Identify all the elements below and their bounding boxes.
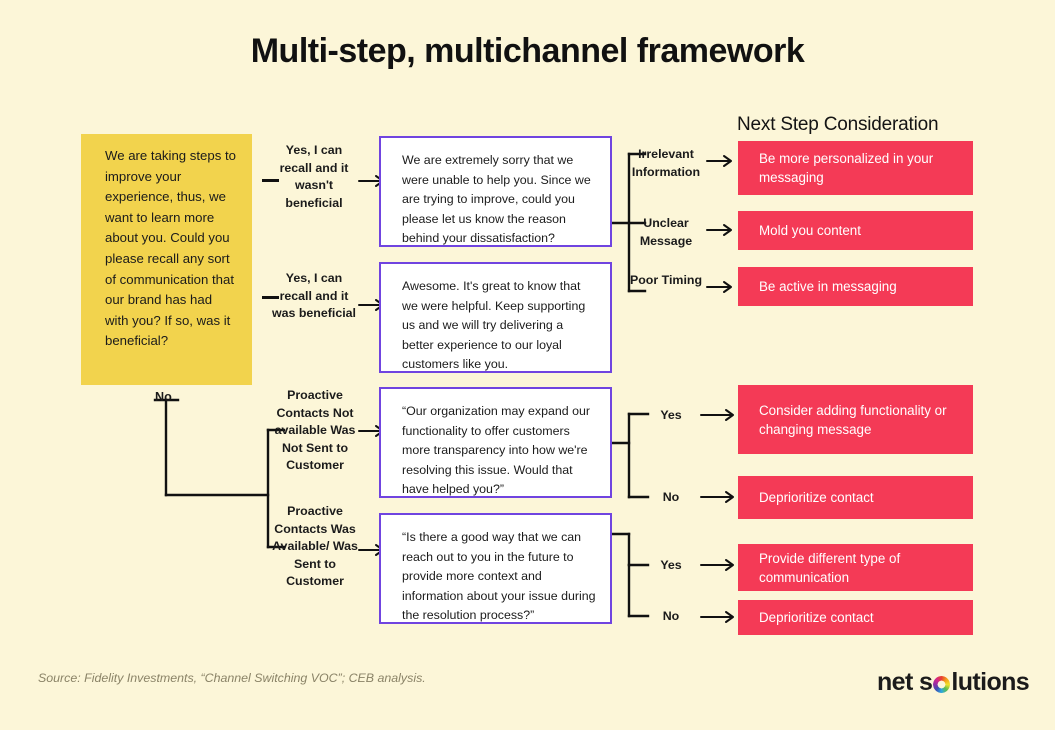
arrow-right-icon-6 (706, 223, 736, 237)
question-box: We are taking steps to improve your expe… (81, 134, 252, 385)
brand-logo: net s lutions (877, 668, 1030, 696)
branch-label-2: Yes, I can recall and it was beneficial (271, 271, 357, 320)
action-box-7: Deprioritize contact (738, 600, 973, 635)
action-box-2: Mold you content (738, 211, 973, 250)
outcome-label-no-1: No (662, 490, 680, 504)
action-box-5: Deprioritize contact (738, 476, 973, 519)
outcome-label-yes-2: Yes (660, 558, 682, 572)
response-box-4: “Is there a good way that we can reach o… (379, 513, 612, 624)
arrow-right-icon-10 (700, 558, 734, 572)
outcome-label-no-2: No (662, 609, 680, 623)
response-box-2: Awesome. It's great to know that we were… (379, 262, 612, 373)
branch-label-1: Yes, I can recall and it wasn't benefici… (279, 143, 349, 210)
no-branch-label: No (155, 390, 172, 404)
arrow-right-icon-7 (706, 280, 736, 294)
action-box-1: Be more personalized in your messaging (738, 141, 973, 195)
arrow-right-icon-8 (700, 408, 734, 422)
arrow-right-icon-5 (706, 154, 736, 168)
branch-label-4: Proactive Contacts Was Available/ Was Se… (272, 504, 358, 588)
source-note: Source: Fidelity Investments, “Channel S… (38, 671, 426, 685)
logo-text-last: lutions (951, 668, 1030, 696)
branch-label-3: Proactive Contacts Not available Was Not… (274, 388, 356, 472)
outcome-label-poor-timing: Poor Timing (629, 273, 703, 287)
response-box-1: We are extremely sorry that we were unab… (379, 136, 612, 247)
diagram-canvas: Multi-step, multichannel framework We ar… (0, 0, 1055, 730)
arrow-right-icon-11 (700, 610, 734, 624)
outcome-label-yes-1: Yes (660, 408, 682, 422)
outcome-label-irrelevant-information: Irrelevant Information (631, 147, 701, 179)
next-step-header: Next Step Consideration (737, 114, 939, 135)
action-box-6: Provide different type of communication (738, 544, 973, 591)
multicolor-ring-icon (933, 676, 951, 693)
arrow-right-icon-9 (700, 490, 734, 504)
logo-text-first: net s (877, 668, 933, 696)
action-box-3: Be active in messaging (738, 267, 973, 306)
page-title: Multi-step, multichannel framework (250, 32, 805, 70)
action-box-4: Consider adding functionality or changin… (738, 385, 973, 454)
response-box-3: “Our organization may expand our functio… (379, 387, 612, 498)
outcome-label-unclear-message: Unclear Message (639, 216, 693, 248)
